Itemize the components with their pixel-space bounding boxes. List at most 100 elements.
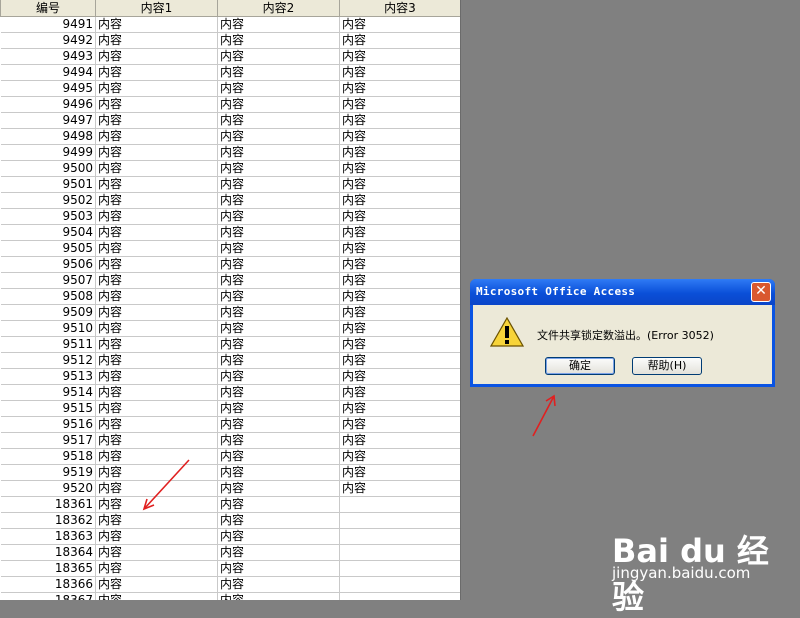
- cell-content2[interactable]: 内容: [217, 304, 340, 321]
- cell-content1[interactable]: 内容: [95, 80, 218, 97]
- cell-content1[interactable]: 内容: [95, 224, 218, 241]
- cell-content2[interactable]: 内容: [217, 208, 340, 225]
- table-row[interactable]: 9512 内容 内容 内容: [0, 352, 460, 369]
- table-row[interactable]: 9501 内容 内容 内容: [0, 176, 460, 193]
- cell-content1[interactable]: 内容: [95, 528, 218, 545]
- cell-id[interactable]: 9519: [0, 464, 96, 481]
- cell-id[interactable]: 9504: [0, 224, 96, 241]
- cell-content2[interactable]: 内容: [217, 464, 340, 481]
- cell-content2[interactable]: 内容: [217, 576, 340, 593]
- cell-content3[interactable]: [339, 496, 460, 513]
- cell-content3[interactable]: 内容: [339, 192, 460, 209]
- cell-id[interactable]: 18362: [0, 512, 96, 529]
- cell-id[interactable]: 9495: [0, 80, 96, 97]
- cell-id[interactable]: 9503: [0, 208, 96, 225]
- column-header-content1[interactable]: 内容1: [95, 0, 218, 17]
- cell-content3[interactable]: 内容: [339, 320, 460, 337]
- table-row[interactable]: 9513 内容 内容 内容: [0, 368, 460, 385]
- cell-content1[interactable]: 内容: [95, 400, 218, 417]
- cell-content1[interactable]: 内容: [95, 544, 218, 561]
- cell-content2[interactable]: 内容: [217, 240, 340, 257]
- cell-content1[interactable]: 内容: [95, 384, 218, 401]
- cell-content1[interactable]: 内容: [95, 16, 218, 33]
- cell-content1[interactable]: 内容: [95, 208, 218, 225]
- cell-id[interactable]: 9516: [0, 416, 96, 433]
- table-row[interactable]: 9498 内容 内容 内容: [0, 128, 460, 145]
- table-row[interactable]: 9506 内容 内容 内容: [0, 256, 460, 273]
- cell-content3[interactable]: 内容: [339, 304, 460, 321]
- table-row[interactable]: 18365 内容 内容: [0, 560, 460, 577]
- cell-id[interactable]: 9496: [0, 96, 96, 113]
- cell-content3[interactable]: [339, 528, 460, 545]
- cell-content2[interactable]: 内容: [217, 352, 340, 369]
- cell-content1[interactable]: 内容: [95, 256, 218, 273]
- cell-content2[interactable]: 内容: [217, 112, 340, 129]
- cell-content1[interactable]: 内容: [95, 48, 218, 65]
- cell-content1[interactable]: 内容: [95, 320, 218, 337]
- table-row[interactable]: 9515 内容 内容 内容: [0, 400, 460, 417]
- cell-id[interactable]: 9511: [0, 336, 96, 353]
- cell-content3[interactable]: 内容: [339, 384, 460, 401]
- cell-content3[interactable]: 内容: [339, 176, 460, 193]
- cell-content3[interactable]: 内容: [339, 144, 460, 161]
- cell-content3[interactable]: 内容: [339, 160, 460, 177]
- column-header-content2[interactable]: 内容2: [217, 0, 340, 17]
- cell-content2[interactable]: 内容: [217, 320, 340, 337]
- cell-content1[interactable]: 内容: [95, 160, 218, 177]
- cell-id[interactable]: 9501: [0, 176, 96, 193]
- cell-id[interactable]: 9500: [0, 160, 96, 177]
- cell-content2[interactable]: 内容: [217, 432, 340, 449]
- cell-id[interactable]: 9505: [0, 240, 96, 257]
- cell-content2[interactable]: 内容: [217, 272, 340, 289]
- table-row[interactable]: 9505 内容 内容 内容: [0, 240, 460, 257]
- cell-id[interactable]: 9493: [0, 48, 96, 65]
- table-row[interactable]: 9496 内容 内容 内容: [0, 96, 460, 113]
- cell-content3[interactable]: 内容: [339, 96, 460, 113]
- cell-content3[interactable]: 内容: [339, 416, 460, 433]
- cell-content3[interactable]: 内容: [339, 112, 460, 129]
- cell-content1[interactable]: 内容: [95, 464, 218, 481]
- cell-content1[interactable]: 内容: [95, 576, 218, 593]
- cell-id[interactable]: 9507: [0, 272, 96, 289]
- table-row[interactable]: 18364 内容 内容: [0, 544, 460, 561]
- cell-content3[interactable]: 内容: [339, 32, 460, 49]
- cell-content1[interactable]: 内容: [95, 240, 218, 257]
- table-row[interactable]: 18362 内容 内容: [0, 512, 460, 529]
- cell-content1[interactable]: 内容: [95, 512, 218, 529]
- cell-id[interactable]: 9497: [0, 112, 96, 129]
- dialog-titlebar[interactable]: Microsoft Office Access ✕: [470, 279, 775, 305]
- cell-content3[interactable]: 内容: [339, 464, 460, 481]
- cell-content2[interactable]: 内容: [217, 224, 340, 241]
- cell-id[interactable]: 9494: [0, 64, 96, 81]
- cell-content2[interactable]: 内容: [217, 384, 340, 401]
- cell-content1[interactable]: 内容: [95, 272, 218, 289]
- cell-content3[interactable]: 内容: [339, 208, 460, 225]
- cell-content2[interactable]: 内容: [217, 144, 340, 161]
- table-row[interactable]: 18367 内容 内容: [0, 592, 460, 600]
- cell-content2[interactable]: 内容: [217, 256, 340, 273]
- cell-content2[interactable]: 内容: [217, 336, 340, 353]
- cell-content2[interactable]: 内容: [217, 496, 340, 513]
- column-header-id[interactable]: 编号: [0, 0, 96, 17]
- cell-content1[interactable]: 内容: [95, 496, 218, 513]
- table-row[interactable]: 18363 内容 内容: [0, 528, 460, 545]
- cell-content2[interactable]: 内容: [217, 512, 340, 529]
- cell-content1[interactable]: 内容: [95, 352, 218, 369]
- cell-id[interactable]: 9517: [0, 432, 96, 449]
- cell-content2[interactable]: 内容: [217, 560, 340, 577]
- cell-content2[interactable]: 内容: [217, 400, 340, 417]
- cell-content2[interactable]: 内容: [217, 64, 340, 81]
- cell-id[interactable]: 9510: [0, 320, 96, 337]
- cell-content1[interactable]: 内容: [95, 592, 218, 600]
- cell-id[interactable]: 9508: [0, 288, 96, 305]
- cell-id[interactable]: 18367: [0, 592, 96, 600]
- table-row[interactable]: 18366 内容 内容: [0, 576, 460, 593]
- cell-content2[interactable]: 内容: [217, 592, 340, 600]
- cell-content3[interactable]: 内容: [339, 480, 460, 497]
- cell-content1[interactable]: 内容: [95, 176, 218, 193]
- cell-id[interactable]: 9499: [0, 144, 96, 161]
- cell-content3[interactable]: 内容: [339, 448, 460, 465]
- cell-id[interactable]: 9520: [0, 480, 96, 497]
- table-row[interactable]: 9507 内容 内容 内容: [0, 272, 460, 289]
- cell-content1[interactable]: 内容: [95, 480, 218, 497]
